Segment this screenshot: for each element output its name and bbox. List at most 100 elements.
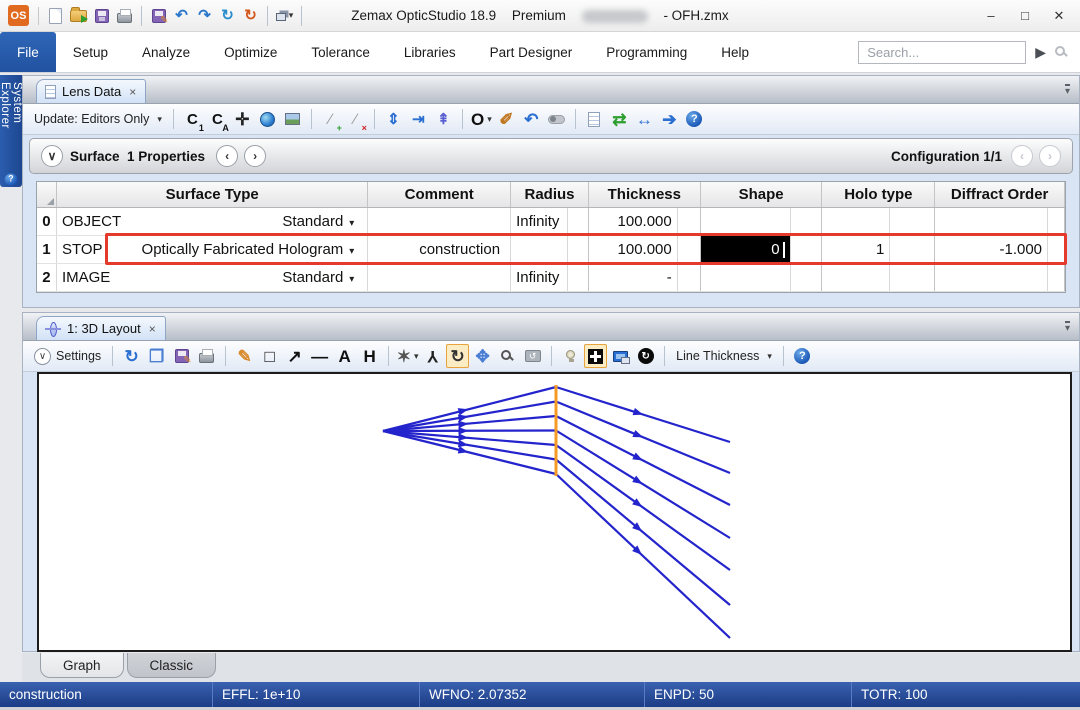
row-number-1[interactable]: 1: [37, 236, 57, 263]
pan-view-icon[interactable]: ✥: [471, 344, 494, 368]
rectangle-tool-icon[interactable]: □: [258, 344, 281, 368]
cell-object-type[interactable]: OBJECTStandard▾: [57, 208, 368, 235]
cell-stop-comment[interactable]: construction: [368, 236, 511, 263]
cell-image-radius-flag[interactable]: [568, 264, 589, 291]
save-icon[interactable]: [90, 4, 113, 28]
cell-stop-holo[interactable]: 1: [822, 236, 890, 263]
cell-image-diffract[interactable]: [935, 264, 1048, 291]
cell-object-comment[interactable]: [368, 208, 511, 235]
search-input[interactable]: [858, 41, 1026, 64]
menu-item-programming[interactable]: Programming: [589, 32, 704, 72]
expand-columns-icon[interactable]: ↔: [633, 107, 656, 131]
cell-stop-shape[interactable]: 0: [701, 236, 791, 263]
cell-stop-radius-flag[interactable]: [568, 236, 589, 263]
reverse-elements-icon[interactable]: ⇥: [407, 107, 430, 131]
cell-stop-thickness-flag[interactable]: [678, 236, 701, 263]
layout-canvas[interactable]: [37, 372, 1072, 652]
cell-object-holo-flag[interactable]: [890, 208, 935, 235]
cell-image-thickness-flag[interactable]: [678, 264, 701, 291]
pencil-icon[interactable]: ✎: [233, 344, 256, 368]
menu-item-part-designer[interactable]: Part Designer: [473, 32, 590, 72]
menu-item-file[interactable]: File: [0, 32, 56, 72]
new-document-icon[interactable]: [44, 4, 67, 28]
cell-image-type[interactable]: IMAGEStandard▾: [57, 264, 368, 291]
surface-type-dropdown[interactable]: Standard▾: [282, 213, 354, 230]
lamp-icon[interactable]: [559, 344, 582, 368]
sync-icon[interactable]: ↻: [239, 4, 262, 28]
rotate-3d-icon[interactable]: Y: [421, 344, 444, 368]
menu-item-optimize[interactable]: Optimize: [207, 32, 294, 72]
record-icon[interactable]: [634, 344, 657, 368]
image-icon[interactable]: [281, 107, 304, 131]
cell-image-comment[interactable]: [368, 264, 511, 291]
cell-image-shape[interactable]: [701, 264, 791, 291]
settings-dropdown[interactable]: ∨Settings: [30, 344, 105, 368]
close-icon[interactable]: ×: [149, 322, 156, 336]
view-tab-graph[interactable]: Graph: [40, 653, 124, 678]
update-mode-dropdown[interactable]: Update: Editors Only▾: [30, 107, 166, 131]
arrow-tool-icon[interactable]: ↗: [283, 344, 306, 368]
text-tool-icon[interactable]: A: [333, 344, 356, 368]
menu-item-tolerance[interactable]: Tolerance: [294, 32, 387, 72]
tab-lens-data[interactable]: Lens Data ×: [36, 79, 146, 103]
row-number-2[interactable]: 2: [37, 264, 57, 291]
cell-object-thickness-flag[interactable]: [678, 208, 701, 235]
globe-icon[interactable]: [256, 107, 279, 131]
surface-next-button[interactable]: ›: [244, 145, 266, 167]
cell-object-shape[interactable]: [701, 208, 791, 235]
width-tool-icon[interactable]: H: [358, 344, 381, 368]
cell-object-thickness[interactable]: 100.000: [589, 208, 678, 235]
print-icon[interactable]: [113, 4, 136, 28]
close-button[interactable]: ✕: [1042, 3, 1076, 29]
next-editor-icon[interactable]: ➔: [658, 107, 681, 131]
quick-focus-icon[interactable]: ↶: [520, 107, 543, 131]
cell-image-shape-flag[interactable]: [791, 264, 823, 291]
surface-prev-button[interactable]: ‹: [216, 145, 238, 167]
save-as-icon[interactable]: [147, 4, 170, 28]
cell-object-holo[interactable]: [822, 208, 890, 235]
monitor-icon[interactable]: [609, 344, 632, 368]
cell-image-diffract-flag[interactable]: [1048, 264, 1065, 291]
delete-surface-icon[interactable]: ∕×: [344, 107, 367, 131]
line-thickness-dropdown[interactable]: Line Thickness▾: [672, 344, 776, 368]
rotate-view-icon[interactable]: ↻: [446, 344, 469, 368]
help-icon[interactable]: [683, 107, 706, 131]
system-explorer-tab[interactable]: System Explorer: [0, 75, 22, 187]
menu-item-help[interactable]: Help: [704, 32, 766, 72]
view-tab-classic[interactable]: Classic: [127, 653, 217, 678]
update-all-icon[interactable]: C1: [181, 107, 204, 131]
redo-icon[interactable]: ↷: [193, 4, 216, 28]
cell-image-thickness[interactable]: -: [589, 264, 678, 291]
fit-view-icon[interactable]: [584, 344, 607, 368]
aperture-dropdown-icon[interactable]: O▾: [470, 107, 493, 131]
help-icon[interactable]: [5, 174, 18, 186]
open-folder-icon[interactable]: [67, 4, 90, 28]
help-icon[interactable]: [791, 344, 814, 368]
cell-object-shape-flag[interactable]: [791, 208, 823, 235]
search-icon[interactable]: [1055, 46, 1065, 56]
properties-expand-button[interactable]: ∨: [41, 145, 63, 167]
row-number-0[interactable]: 0: [37, 208, 57, 235]
tab-overflow-icon[interactable]: ▾: [1065, 321, 1070, 333]
config-next-button[interactable]: ›: [1039, 145, 1061, 167]
tab-overflow-icon[interactable]: ▾: [1065, 84, 1070, 96]
close-icon[interactable]: ×: [129, 85, 136, 99]
menu-item-setup[interactable]: Setup: [56, 32, 125, 72]
cell-image-holo[interactable]: [822, 264, 890, 291]
zoom-icon[interactable]: [496, 344, 519, 368]
tab-3d-layout[interactable]: 1: 3D Layout ×: [36, 316, 166, 340]
surface-type-dropdown[interactable]: Standard▾: [282, 269, 354, 286]
swap-editors-icon[interactable]: ⇄: [608, 107, 631, 131]
editor-sheet-icon[interactable]: [583, 107, 606, 131]
cell-image-holo-flag[interactable]: [890, 264, 935, 291]
update-auto-icon[interactable]: CA: [206, 107, 229, 131]
scale-lens-icon[interactable]: ⇕: [382, 107, 405, 131]
quick-draw-icon[interactable]: ✐: [495, 107, 518, 131]
cell-stop-radius[interactable]: [511, 236, 568, 263]
run-icon[interactable]: ▶: [1035, 44, 1046, 61]
surface-type-dropdown[interactable]: Optically Fabricated Hologram▾: [142, 241, 355, 258]
undo-icon[interactable]: ↶: [170, 4, 193, 28]
tilt-decenter-icon[interactable]: ⇞: [432, 107, 455, 131]
refresh-icon[interactable]: ↻: [216, 4, 239, 28]
cell-object-radius[interactable]: Infinity: [511, 208, 568, 235]
